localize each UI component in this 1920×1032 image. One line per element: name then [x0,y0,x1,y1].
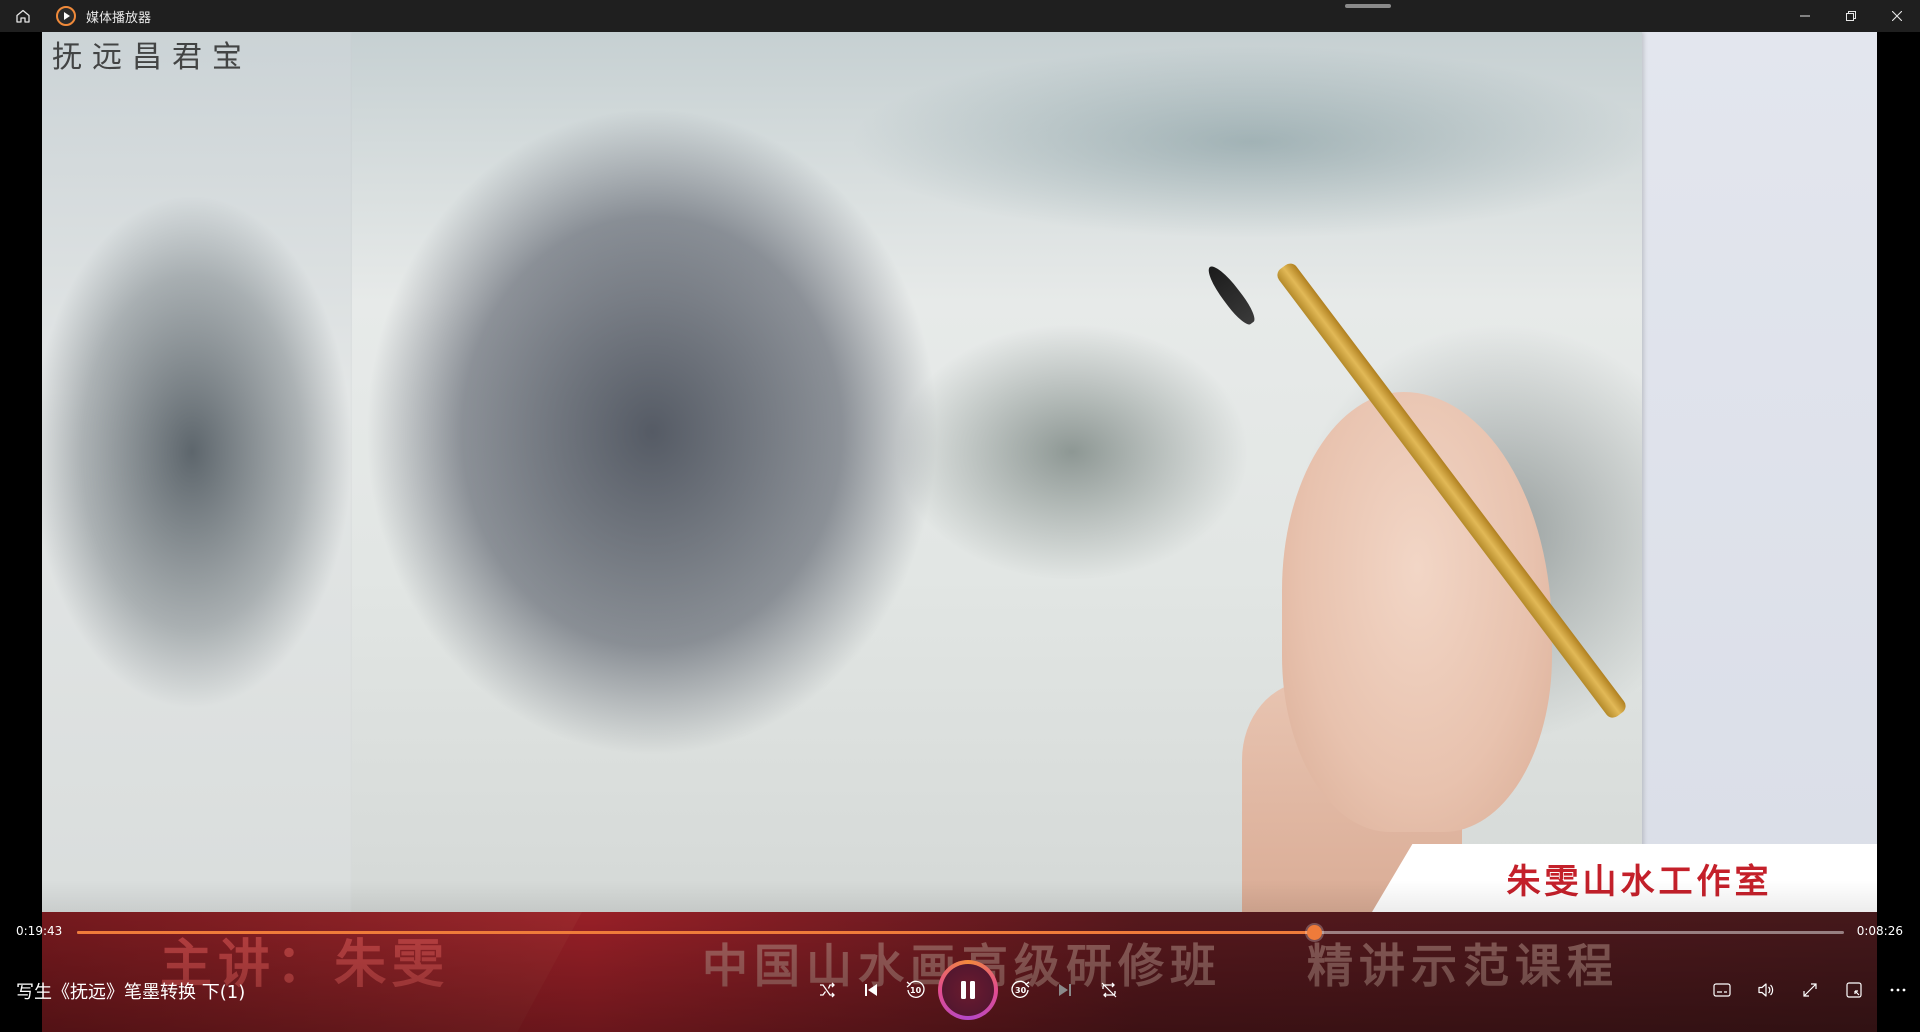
track-title: 写生《抚远》笔墨转换 下(1) [16,982,246,1003]
miniplayer-icon [1846,982,1862,998]
previous-button[interactable] [849,968,893,1012]
close-icon [1892,11,1902,21]
remaining-time: 0:08:26 [1856,924,1903,938]
shuffle-button[interactable] [805,968,849,1012]
previous-icon [865,984,877,996]
repeat-button[interactable] [1087,968,1131,1012]
seek-thumb[interactable] [1306,925,1322,940]
window-title: 媒体播放器 [86,10,152,26]
forward-button[interactable]: 30 [999,968,1043,1012]
seek-progress [77,931,1314,934]
minimize-button[interactable] [1782,0,1828,32]
secondary-controls [1700,966,1920,1014]
drag-handle[interactable] [1345,4,1391,8]
next-button[interactable] [1043,968,1087,1012]
next-icon [1059,984,1071,996]
studio-name: 朱雯山水工作室 [1506,861,1773,902]
video-frame[interactable]: 抚远昌君宝 朱雯山水工作室 主讲：朱雯 中国山水画高级研修班 精讲示范课程 [42,32,1877,1032]
fullscreen-icon [1803,983,1817,997]
miniplayer-button[interactable] [1832,968,1876,1012]
volume-icon [1758,983,1774,997]
subtitles-icon [1713,983,1731,997]
more-options-button[interactable] [1876,968,1920,1012]
transport-controls: 10 30 [805,960,1131,1020]
rewind-seconds: 10 [910,986,922,995]
restore-icon [1846,11,1856,21]
painting-inscription: 抚远昌君宝 [52,40,252,75]
window-controls [1782,0,1920,32]
home-icon [16,9,30,23]
close-button[interactable] [1874,0,1920,32]
volume-button[interactable] [1744,968,1788,1012]
subtitles-button[interactable] [1700,968,1744,1012]
studio-banner: 朱雯山水工作室 [1372,844,1877,912]
fullscreen-button[interactable] [1788,968,1832,1012]
play-pause-wrapper [937,960,999,1020]
repeat-icon [1101,982,1117,998]
minimize-icon [1800,15,1810,17]
current-time: 0:19:43 [16,924,63,938]
pause-icon [961,981,975,999]
seek-bar[interactable] [77,925,1844,940]
rewind-button[interactable]: 10 [893,968,937,1012]
painting-left-panel: 抚远昌君宝 [42,32,362,932]
media-player-app-icon [56,6,76,26]
course-tag-caption: 精讲示范课程 [1307,939,1619,993]
media-player-window: 媒体播放器 抚远昌君宝 朱雯山水工作室 主讲：朱雯 精讲示范课程 0:19:43… [0,0,1920,1032]
forward-seconds: 30 [1015,986,1027,995]
home-button[interactable] [0,0,46,32]
restore-button[interactable] [1828,0,1874,32]
play-pause-button[interactable] [938,960,998,1020]
title-bar: 媒体播放器 [0,0,1920,32]
shuffle-icon [820,982,835,998]
more-icon [1890,988,1906,992]
